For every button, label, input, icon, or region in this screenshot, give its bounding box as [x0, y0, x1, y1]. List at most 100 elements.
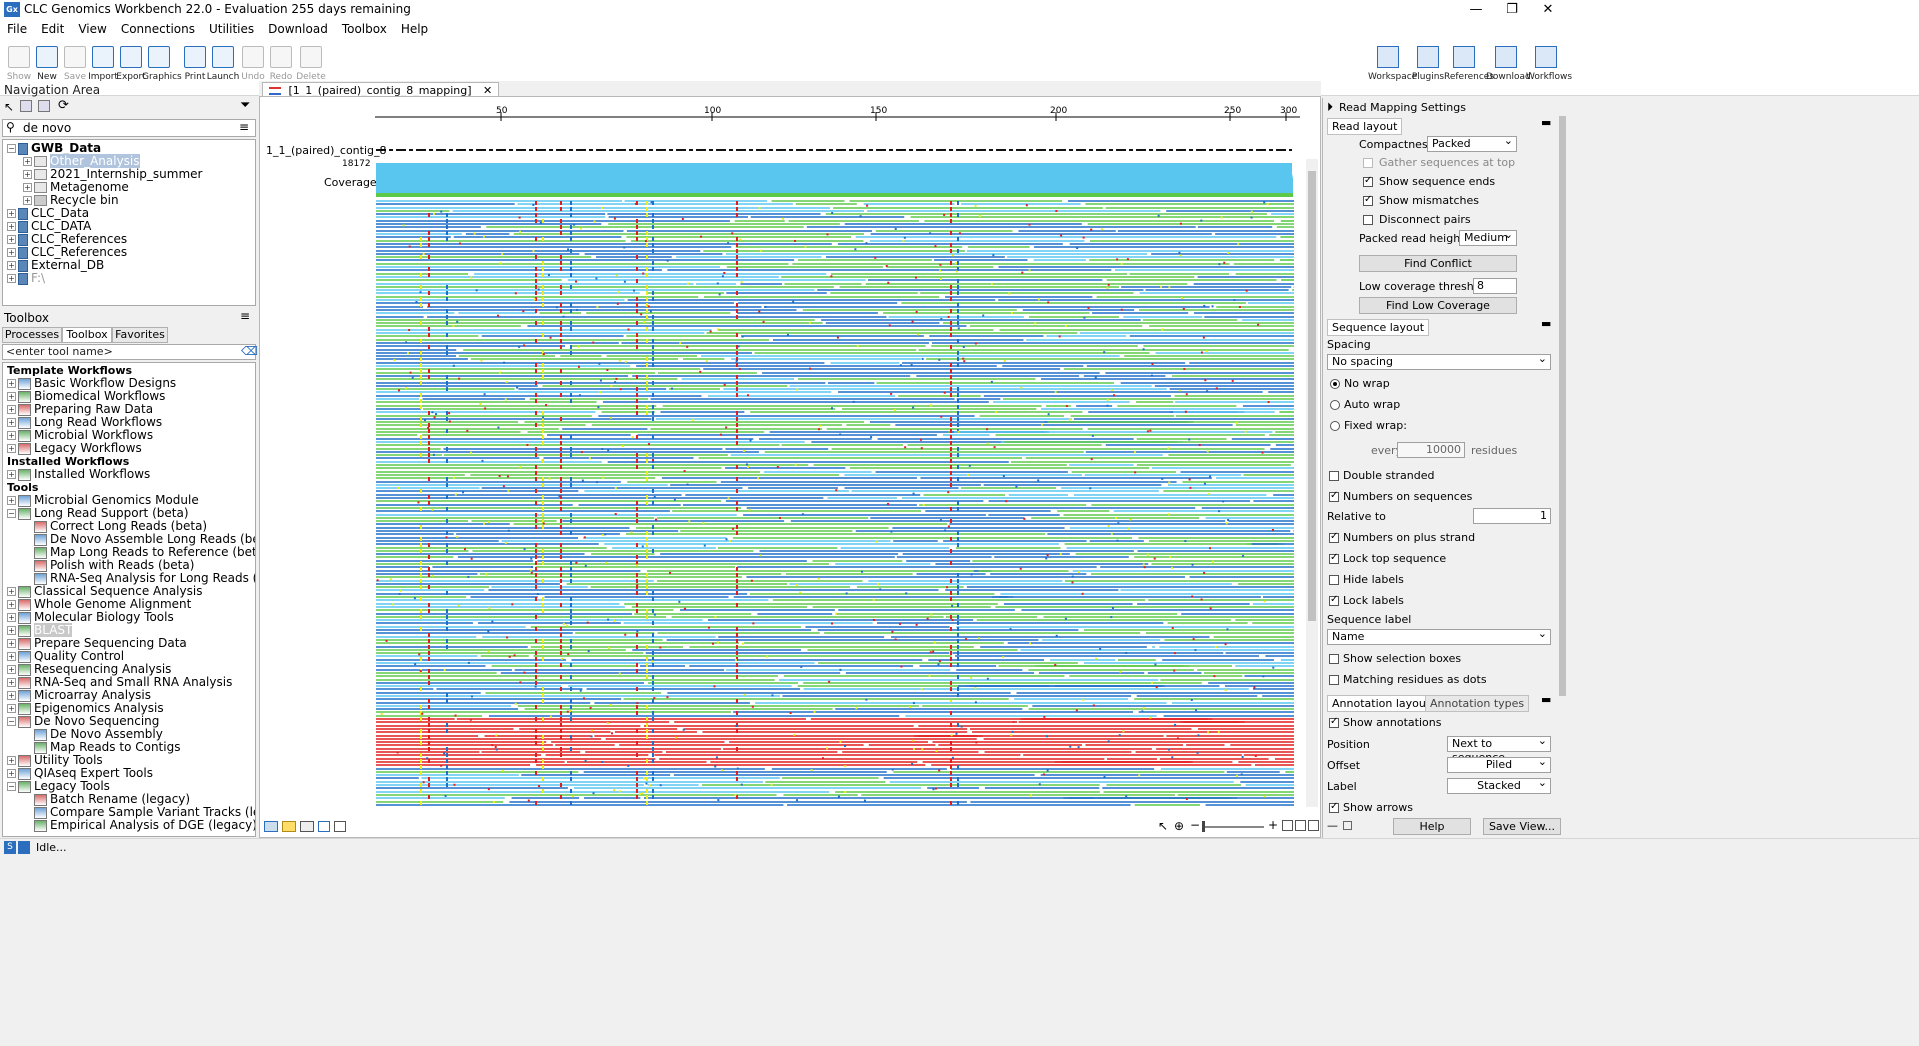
collapse-icon[interactable]: −: [7, 509, 16, 518]
expand-icon[interactable]: +: [7, 600, 16, 609]
expand-icon[interactable]: +: [7, 209, 16, 218]
zoom-mode-icon[interactable]: ⊕: [1174, 819, 1184, 833]
selection-mode-icon[interactable]: ↖: [1158, 819, 1168, 833]
expand-icon[interactable]: +: [7, 691, 16, 700]
expand-icon[interactable]: +: [7, 470, 16, 479]
collapse-icon[interactable]: −: [7, 717, 16, 726]
refresh-icon[interactable]: ⟳: [58, 98, 69, 113]
search-options-icon[interactable]: ≡: [239, 120, 249, 134]
show-selection-boxes-checkbox[interactable]: [1329, 654, 1339, 664]
tab-favorites[interactable]: Favorites: [112, 327, 168, 343]
read-mapping-viewer[interactable]: 1_1_(paired)_contig_8 18172 Coverage 50 …: [259, 96, 1321, 838]
section-collapse-icon[interactable]: ▬: [1541, 317, 1551, 330]
scrollbar-thumb[interactable]: [1308, 171, 1316, 621]
navigation-search-input[interactable]: de novo: [23, 121, 71, 135]
expand-icon[interactable]: +: [7, 639, 16, 648]
matching-residues-dots-checkbox[interactable]: [1329, 675, 1339, 685]
expand-icon[interactable]: +: [7, 405, 16, 414]
fixed-wrap-radio[interactable]: [1330, 421, 1340, 431]
expand-icon[interactable]: +: [7, 444, 16, 453]
menu-edit[interactable]: Edit: [34, 20, 71, 36]
fit-height-icon[interactable]: [1295, 820, 1306, 831]
collapse-icon[interactable]: −: [7, 782, 16, 791]
fit-width-icon[interactable]: [1282, 820, 1293, 831]
expand-icon[interactable]: +: [7, 418, 16, 427]
expand-icon[interactable]: +: [7, 652, 16, 661]
expand-icon[interactable]: +: [7, 626, 16, 635]
disconnect-pairs-checkbox[interactable]: [1363, 215, 1373, 225]
filter-icon[interactable]: ⏷: [240, 98, 250, 113]
track-view-icon[interactable]: [282, 821, 296, 832]
expand-icon[interactable]: +: [23, 157, 32, 166]
lock-labels-checkbox[interactable]: [1329, 594, 1339, 606]
section-collapse-icon[interactable]: ▬: [1541, 693, 1551, 706]
graphics-button[interactable]: Graphics: [142, 44, 182, 94]
menu-connections[interactable]: Connections: [114, 20, 202, 36]
tab-toolbox[interactable]: Toolbox: [62, 327, 112, 343]
expand-icon[interactable]: +: [7, 769, 16, 778]
table-view-icon[interactable]: [300, 821, 314, 832]
new-folder-icon[interactable]: [20, 100, 32, 112]
show-mismatches-checkbox[interactable]: [1363, 194, 1373, 206]
clear-search-icon[interactable]: ⌫: [241, 344, 258, 358]
tab-processes[interactable]: Processes: [2, 327, 62, 343]
offset-select[interactable]: Piled: [1447, 755, 1551, 773]
settings-scrollbar[interactable]: [1557, 102, 1567, 814]
expand-icon[interactable]: +: [7, 496, 16, 505]
expand-icon[interactable]: +: [23, 170, 32, 179]
workflows-button[interactable]: Workflows: [1526, 44, 1572, 94]
actual-size-icon[interactable]: [1308, 820, 1319, 831]
gather-sequences-checkbox[interactable]: [1363, 158, 1373, 168]
section-collapse-icon[interactable]: ▬: [1541, 116, 1551, 129]
low-coverage-threshold-input[interactable]: 8: [1473, 278, 1517, 294]
show-arrows-checkbox[interactable]: [1329, 801, 1339, 813]
position-select[interactable]: Next to sequence: [1447, 734, 1551, 764]
numbers-on-sequences-checkbox[interactable]: [1329, 490, 1339, 502]
toolbox-item[interactable]: Empirical Analysis of DGE (legacy): [23, 819, 255, 835]
new-folder-2-icon[interactable]: [38, 100, 50, 112]
double-stranded-checkbox[interactable]: [1329, 471, 1339, 481]
expand-icon[interactable]: +: [7, 704, 16, 713]
expand-icon[interactable]: +: [7, 665, 16, 674]
menu-utilities[interactable]: Utilities: [202, 20, 261, 36]
mapping-view-icon[interactable]: [264, 821, 278, 832]
zoom-slider[interactable]: [1202, 826, 1264, 828]
show-annotations-checkbox[interactable]: [1329, 716, 1339, 728]
compactness-select[interactable]: Packed: [1427, 134, 1517, 152]
graph-view-icon[interactable]: [318, 821, 330, 832]
lock-top-sequence-checkbox[interactable]: [1329, 552, 1339, 564]
zoom-out-icon[interactable]: −: [1190, 818, 1200, 832]
plugins-button[interactable]: Plugins: [1408, 44, 1448, 94]
close-button[interactable]: ✕: [1525, 0, 1571, 20]
label-select[interactable]: Stacked: [1447, 776, 1551, 794]
collapse-all-icon[interactable]: —: [1327, 819, 1338, 832]
find-conflict-button[interactable]: Find Conflict: [1359, 255, 1517, 272]
expand-icon[interactable]: +: [7, 392, 16, 401]
numbers-plus-strand-checkbox[interactable]: [1329, 531, 1339, 543]
vertical-scrollbar[interactable]: [1306, 159, 1318, 807]
annotation-layout-tab[interactable]: Annotation layout: [1327, 695, 1436, 712]
expand-icon[interactable]: +: [7, 261, 16, 270]
download-button[interactable]: Download: [1486, 44, 1531, 94]
menu-view[interactable]: View: [71, 20, 113, 36]
no-wrap-radio[interactable]: [1330, 379, 1340, 389]
settings-scrollbar-thumb[interactable]: [1559, 116, 1566, 696]
spacing-select[interactable]: No spacing: [1327, 352, 1551, 370]
sequence-layout-section[interactable]: Sequence layout: [1327, 319, 1430, 336]
packed-read-height-select[interactable]: Medium: [1459, 228, 1517, 246]
help-button[interactable]: Help: [1393, 818, 1471, 835]
expand-icon[interactable]: +: [7, 756, 16, 765]
expand-icon[interactable]: +: [23, 196, 32, 205]
expand-icon[interactable]: +: [23, 183, 32, 192]
expand-icon[interactable]: +: [7, 613, 16, 622]
sequence-label-select[interactable]: Name: [1327, 627, 1551, 645]
history-icon[interactable]: [334, 821, 346, 832]
collapse-panel-icon[interactable]: ⏵: [1327, 100, 1333, 115]
read-layout-section[interactable]: Read layout: [1327, 118, 1403, 135]
menu-download[interactable]: Download: [261, 20, 335, 36]
show-sequence-ends-checkbox[interactable]: [1363, 175, 1373, 187]
wrap-every-input[interactable]: 10000: [1397, 442, 1465, 458]
save-view-button[interactable]: Save View...: [1483, 818, 1561, 835]
relative-to-input[interactable]: 1: [1473, 508, 1551, 524]
expand-icon[interactable]: +: [7, 379, 16, 388]
